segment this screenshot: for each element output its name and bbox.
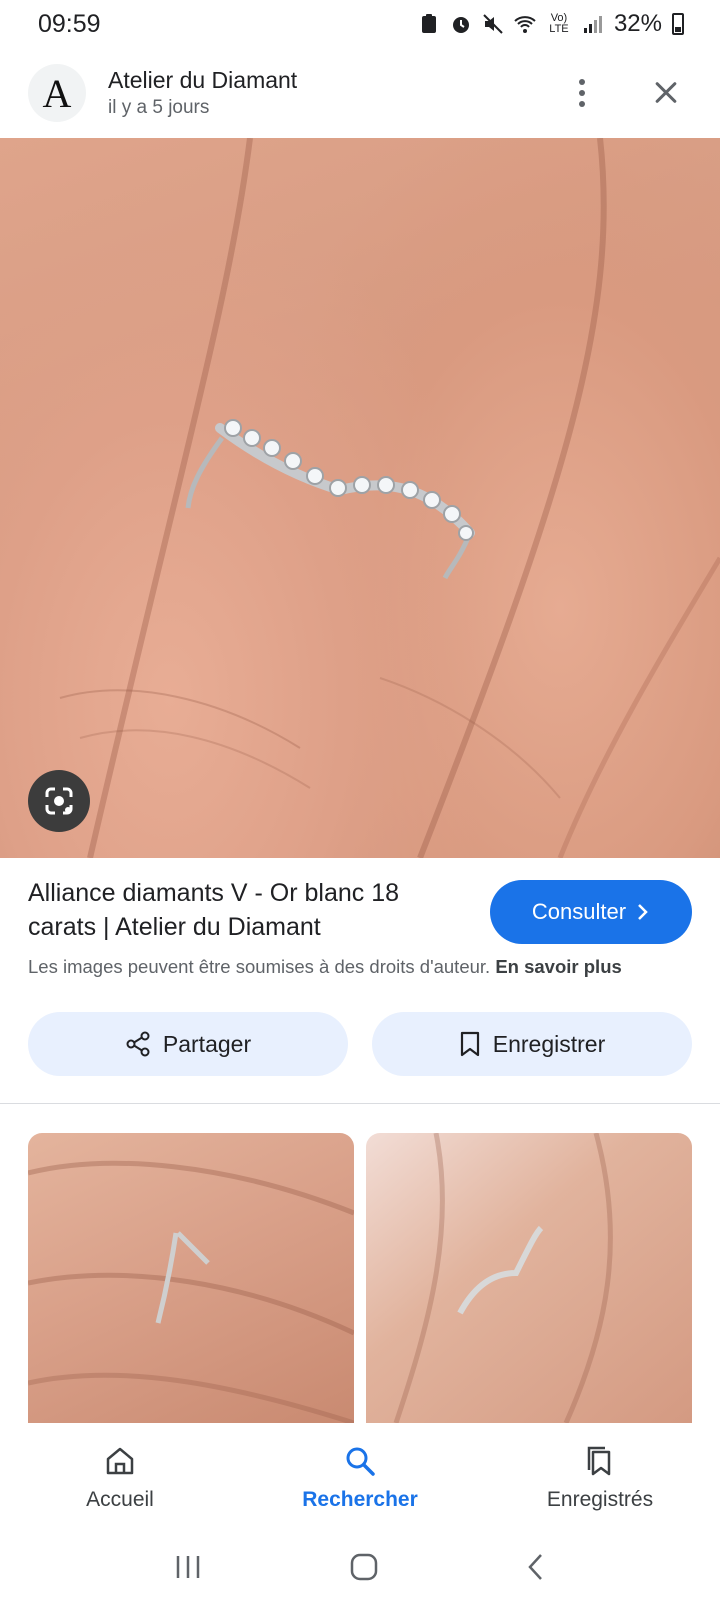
clipboard-icon bbox=[421, 14, 436, 33]
visit-label: Consulter bbox=[531, 899, 627, 924]
wifi-icon bbox=[514, 16, 536, 33]
related-image[interactable] bbox=[28, 1133, 354, 1423]
action-row: Partager Enregistrer bbox=[28, 1012, 692, 1076]
system-navigation-bar bbox=[0, 1529, 720, 1605]
nav-search-label: Rechercher bbox=[302, 1488, 418, 1511]
site-avatar[interactable]: A bbox=[28, 64, 86, 122]
network-label: Vo) LTE bbox=[549, 12, 569, 35]
related-image-thumbnail bbox=[393, 1133, 613, 1423]
back-icon[interactable] bbox=[525, 1552, 547, 1582]
bookmark-icon bbox=[460, 1031, 479, 1057]
nav-saved[interactable]: Enregistrés bbox=[500, 1444, 700, 1512]
battery-percent: 32% bbox=[613, 10, 662, 37]
status-bar: 09:59 Vo) LTE 32% bbox=[0, 0, 720, 48]
search-icon bbox=[346, 1447, 375, 1476]
close-icon[interactable] bbox=[646, 73, 686, 113]
nav-home-label: Accueil bbox=[86, 1488, 154, 1511]
clock: 09:59 bbox=[38, 9, 101, 38]
divider bbox=[0, 1103, 720, 1104]
nav-search[interactable]: Rechercher bbox=[260, 1444, 460, 1512]
saved-collections-icon bbox=[587, 1446, 611, 1476]
learn-more-link[interactable]: En savoir plus bbox=[495, 956, 621, 977]
nav-home[interactable]: Accueil bbox=[20, 1444, 220, 1512]
home-icon bbox=[106, 1447, 134, 1475]
mute-icon bbox=[483, 14, 503, 34]
share-button[interactable]: Partager bbox=[28, 1012, 348, 1076]
more-options-icon[interactable] bbox=[562, 73, 602, 113]
home-button-icon[interactable] bbox=[349, 1552, 379, 1582]
share-icon bbox=[126, 1031, 150, 1057]
nav-saved-label: Enregistrés bbox=[546, 1488, 654, 1511]
site-name: Atelier du Diamant bbox=[108, 67, 298, 93]
visit-button[interactable]: Consulter bbox=[490, 880, 692, 944]
google-lens-button[interactable] bbox=[28, 770, 90, 832]
save-label: Enregistrer bbox=[492, 1030, 606, 1057]
copyright-notice: Les images peuvent être soumises à des d… bbox=[28, 956, 698, 978]
related-image-thumbnail bbox=[28, 1160, 354, 1423]
image-viewer-header: A Atelier du Diamant il y a 5 jours bbox=[0, 48, 720, 138]
copyright-text: Les images peuvent être soumises à des d… bbox=[28, 956, 491, 977]
related-image[interactable] bbox=[366, 1133, 692, 1423]
post-age: il y a 5 jours bbox=[108, 97, 210, 118]
ring-on-hand-image bbox=[59, 138, 720, 858]
chevron-right-icon bbox=[638, 904, 648, 920]
status-icons: Vo) LTE 32% bbox=[418, 10, 684, 38]
signal-icon bbox=[583, 16, 602, 33]
main-image[interactable] bbox=[0, 138, 720, 858]
product-title-row: Alliance diamants V - Or blanc 18 carats… bbox=[28, 876, 692, 944]
battery-icon bbox=[672, 13, 684, 35]
save-button[interactable]: Enregistrer bbox=[372, 1012, 692, 1076]
recent-apps-icon[interactable] bbox=[173, 1554, 203, 1580]
bottom-navigation: Accueil Rechercher Enregistrés bbox=[0, 1423, 720, 1529]
product-title[interactable]: Alliance diamants V - Or blanc 18 carats… bbox=[28, 876, 468, 944]
share-label: Partager bbox=[162, 1030, 252, 1057]
alarm-icon bbox=[452, 17, 469, 33]
site-info[interactable]: Atelier du Diamant il y a 5 jours bbox=[108, 65, 562, 121]
lens-icon bbox=[45, 787, 73, 815]
